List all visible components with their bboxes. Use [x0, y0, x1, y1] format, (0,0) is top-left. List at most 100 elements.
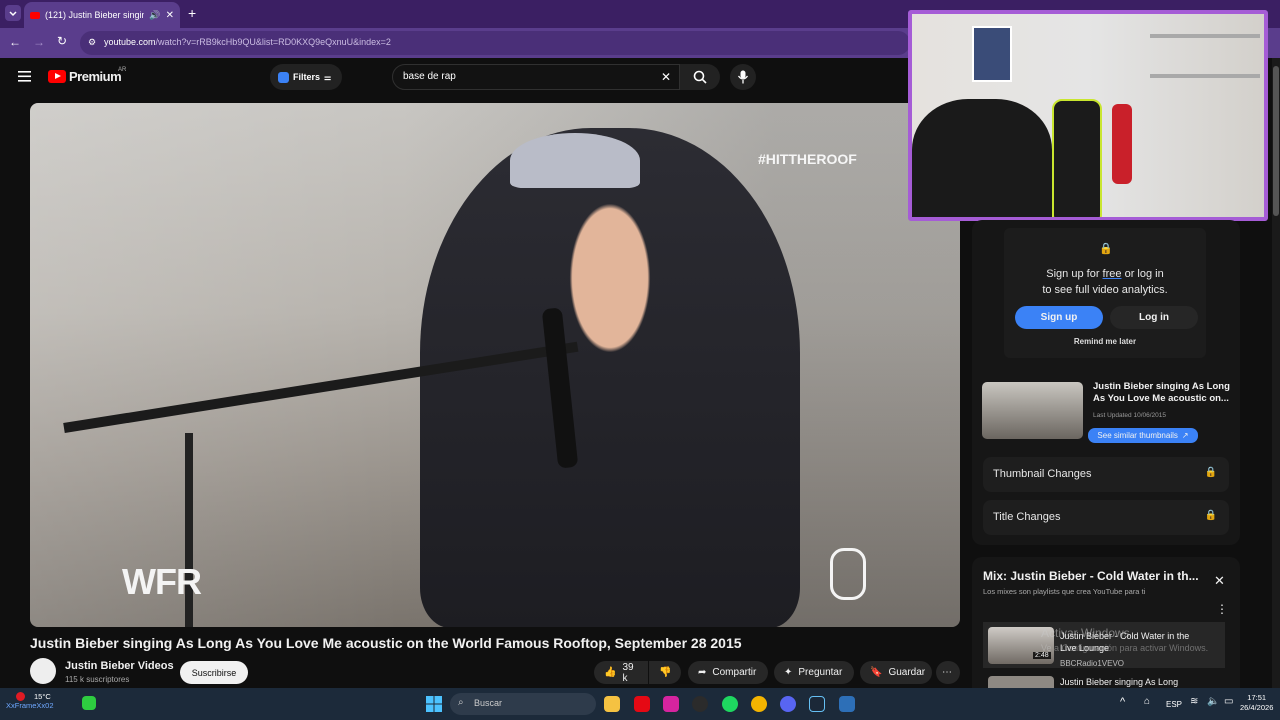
weather-widget[interactable]: 15°C XxFrameXx02: [6, 692, 96, 710]
menu-icon[interactable]: [18, 71, 31, 82]
discord-icon[interactable]: [780, 696, 796, 712]
start-icon[interactable]: [426, 696, 442, 712]
signup-prefix: Sign up for: [1046, 268, 1103, 280]
reload-icon[interactable]: ↻: [57, 34, 67, 48]
shield-app-icon[interactable]: [839, 696, 855, 712]
logo-region: AR: [118, 67, 127, 73]
youtube-logo-icon[interactable]: [48, 70, 66, 83]
channel-name[interactable]: Justin Bieber Videos: [65, 660, 174, 672]
remind-later-link[interactable]: Remind me later: [1004, 337, 1206, 346]
search-icon: [693, 70, 707, 84]
voice-search-button[interactable]: [730, 64, 756, 90]
cap-shape: [510, 133, 640, 188]
video-player[interactable]: #HITTHEROOF WFR: [30, 103, 960, 627]
mix-title[interactable]: Mix: Justin Bieber - Cold Water in th...: [983, 569, 1201, 583]
share-icon: ➦: [698, 667, 707, 678]
video-thumbnail: [982, 382, 1083, 439]
microphone-image: [1112, 104, 1132, 184]
vidiq-icon: [278, 71, 289, 83]
instagram-icon[interactable]: [663, 696, 679, 712]
signup-suffix: or log in: [1121, 268, 1164, 280]
filters-button[interactable]: Filters ⚌: [270, 64, 342, 90]
channel-watermark-icon: [830, 548, 866, 600]
duration-badge: 2:48: [1033, 652, 1051, 659]
logo-text[interactable]: Premium: [69, 69, 122, 84]
threads-icon[interactable]: [692, 696, 708, 712]
video-watermark: WFR: [122, 561, 202, 602]
spotify-icon[interactable]: [722, 696, 738, 712]
signup-text: Sign up for free or log in to see full v…: [1004, 266, 1206, 298]
gaming-chair-image: [1052, 99, 1102, 217]
video-title: Justin Bieber singing As Long As You Lov…: [30, 635, 742, 651]
tray-green-app-icon[interactable]: [82, 696, 96, 710]
tab-search-button[interactable]: [5, 5, 21, 21]
login-button[interactable]: Log in: [1110, 306, 1198, 329]
tray-chevron-icon[interactable]: ^: [1120, 696, 1125, 708]
ask-button[interactable]: ✦ Preguntar: [774, 661, 854, 684]
back-icon[interactable]: ←: [9, 35, 21, 49]
save-button[interactable]: 🔖 Guardar: [860, 661, 932, 684]
title-changes-row[interactable]: Title Changes 🔒: [983, 500, 1229, 535]
page-scrollbar[interactable]: [1272, 58, 1280, 688]
url-field[interactable]: ⚙ youtube.com/watch?v=rRB9kcHb9QU&list=R…: [80, 31, 910, 55]
share-button[interactable]: ➦ Compartir: [688, 661, 768, 684]
wifi-icon[interactable]: ≋: [1190, 696, 1198, 707]
scrollbar-thumb[interactable]: [1273, 66, 1279, 216]
like-button[interactable]: 👍 39 k: [594, 661, 648, 684]
signup-button[interactable]: Sign up: [1015, 306, 1103, 329]
filters-label: Filters: [293, 72, 321, 82]
shelf-image: [1150, 34, 1260, 38]
file-explorer-icon[interactable]: [604, 696, 620, 712]
url-host: youtube.com: [104, 37, 156, 47]
tab-close-icon[interactable]: ✕: [166, 10, 174, 21]
similar-label: See similar thumbnails: [1097, 431, 1178, 440]
save-label: Guardar: [888, 667, 926, 678]
taskbar-search-placeholder: Buscar: [474, 698, 503, 708]
speaker-icon[interactable]: 🔊: [149, 10, 160, 21]
system-clock[interactable]: 17:51 26/4/2026: [1240, 693, 1273, 713]
shelf-image: [1150, 74, 1260, 78]
forward-icon[interactable]: →: [33, 35, 45, 49]
site-info-icon[interactable]: ⚙: [88, 37, 96, 48]
thumbs-up-icon: 👍: [604, 667, 617, 678]
playlist-item-title[interactable]: Justin Bieber singing As Long: [1060, 677, 1178, 687]
lock-icon: 🔒: [1204, 467, 1217, 478]
netflix-icon[interactable]: [634, 696, 650, 712]
search-input[interactable]: base de rap ✕: [392, 64, 680, 90]
tab-youtube[interactable]: (121) Justin Bieber singing 🔊 ✕: [24, 2, 180, 28]
search-value: base de rap: [403, 71, 456, 82]
streamer-webcam-overlay: [908, 10, 1268, 221]
clear-search-icon[interactable]: ✕: [661, 70, 671, 84]
activate-windows-watermark: Activar Windows: [1041, 626, 1130, 640]
close-icon[interactable]: ✕: [1214, 573, 1225, 589]
language-indicator[interactable]: ESP: [1166, 700, 1182, 709]
chrome-icon[interactable]: [751, 696, 767, 712]
channel-avatar[interactable]: [30, 658, 56, 684]
clock-date: 26/4/2026: [1240, 703, 1274, 712]
row-label: Thumbnail Changes: [993, 468, 1092, 480]
similar-thumbnails-button[interactable]: See similar thumbnails ↗: [1088, 428, 1198, 443]
more-actions-button[interactable]: ⋯: [936, 661, 960, 684]
sparkle-icon: ✦: [784, 667, 793, 678]
weather-username: XxFrameXx02: [6, 701, 54, 710]
tray-app-icon[interactable]: ⌂: [1144, 696, 1150, 707]
new-tab-button[interactable]: +: [188, 5, 196, 21]
lock-icon: 🔒: [1099, 243, 1113, 255]
temperature: 15°C: [34, 692, 51, 701]
signup-free: free: [1102, 268, 1122, 280]
dislike-button[interactable]: 👎: [649, 661, 681, 684]
url-path: /watch?v=rRB9kcHb9QU&list=RD0KXQ9eQxnuU&…: [155, 37, 391, 47]
search-button[interactable]: [680, 64, 720, 90]
battery-icon[interactable]: ▭: [1224, 696, 1233, 707]
tab-title: (121) Justin Bieber singing: [45, 10, 145, 20]
thumbnail-changes-row[interactable]: Thumbnail Changes 🔒: [983, 457, 1229, 492]
activate-windows-subtext: Ve a Configuración para activar Windows.: [1041, 643, 1209, 653]
wall-poster-image: [972, 26, 1012, 82]
share-label: Compartir: [712, 667, 757, 678]
kebab-menu-icon[interactable]: ⋮: [1216, 602, 1228, 616]
mix-subtitle: Los mixes son playlists que crea YouTube…: [983, 587, 1146, 596]
volume-icon[interactable]: 🔈: [1207, 696, 1219, 707]
steam-icon[interactable]: [809, 696, 825, 712]
subscribe-button[interactable]: Suscribirse: [180, 661, 248, 684]
taskbar-search[interactable]: ⌕ Buscar: [450, 693, 596, 715]
